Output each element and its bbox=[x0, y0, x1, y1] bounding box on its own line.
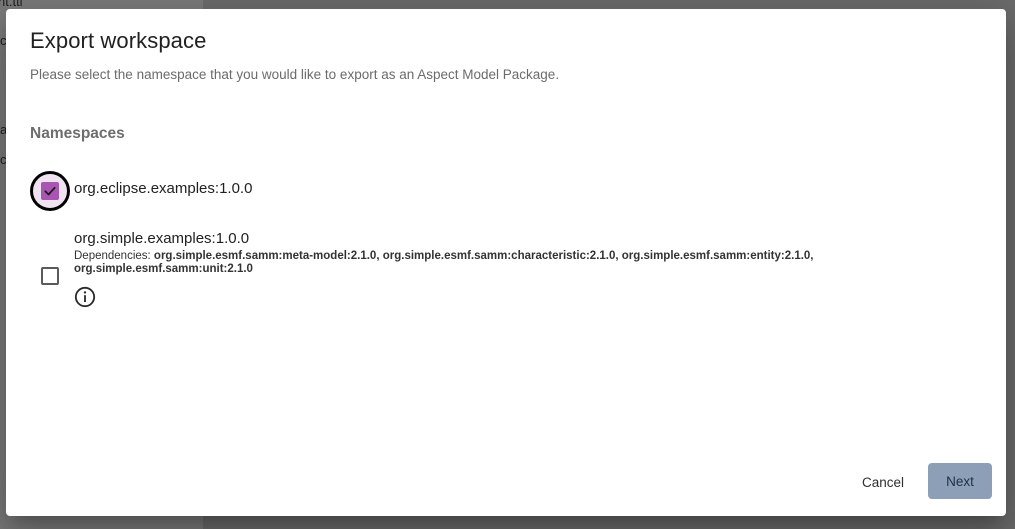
cancel-button[interactable]: Cancel bbox=[857, 464, 909, 500]
namespace-name: org.simple.examples:1.0.0 bbox=[74, 230, 250, 247]
checkbox-unchecked bbox=[41, 267, 59, 285]
namespace-checkbox[interactable] bbox=[30, 256, 70, 296]
checkbox-checked bbox=[41, 182, 59, 200]
dependencies-label: Dependencies: bbox=[74, 250, 154, 262]
info-icon[interactable] bbox=[74, 286, 96, 308]
next-button[interactable]: Next bbox=[928, 463, 992, 499]
check-icon bbox=[44, 186, 56, 196]
dependencies-list: org.simple.esmf.samm:meta-model:2.1.0, o… bbox=[74, 250, 814, 275]
namespace-checkbox[interactable] bbox=[30, 171, 70, 211]
dialog-title: Export workspace bbox=[30, 28, 207, 53]
dialog-subtitle: Please select the namespace that you wou… bbox=[30, 67, 560, 82]
namespaces-heading: Namespaces bbox=[30, 125, 125, 142]
background-fragment: nt.ttl bbox=[0, 0, 23, 9]
namespace-dependencies: Dependencies: org.simple.esmf.samm:meta-… bbox=[74, 250, 834, 276]
namespace-name: org.eclipse.examples:1.0.0 bbox=[74, 180, 253, 197]
export-workspace-dialog: Export workspace Please select the names… bbox=[6, 9, 1006, 516]
